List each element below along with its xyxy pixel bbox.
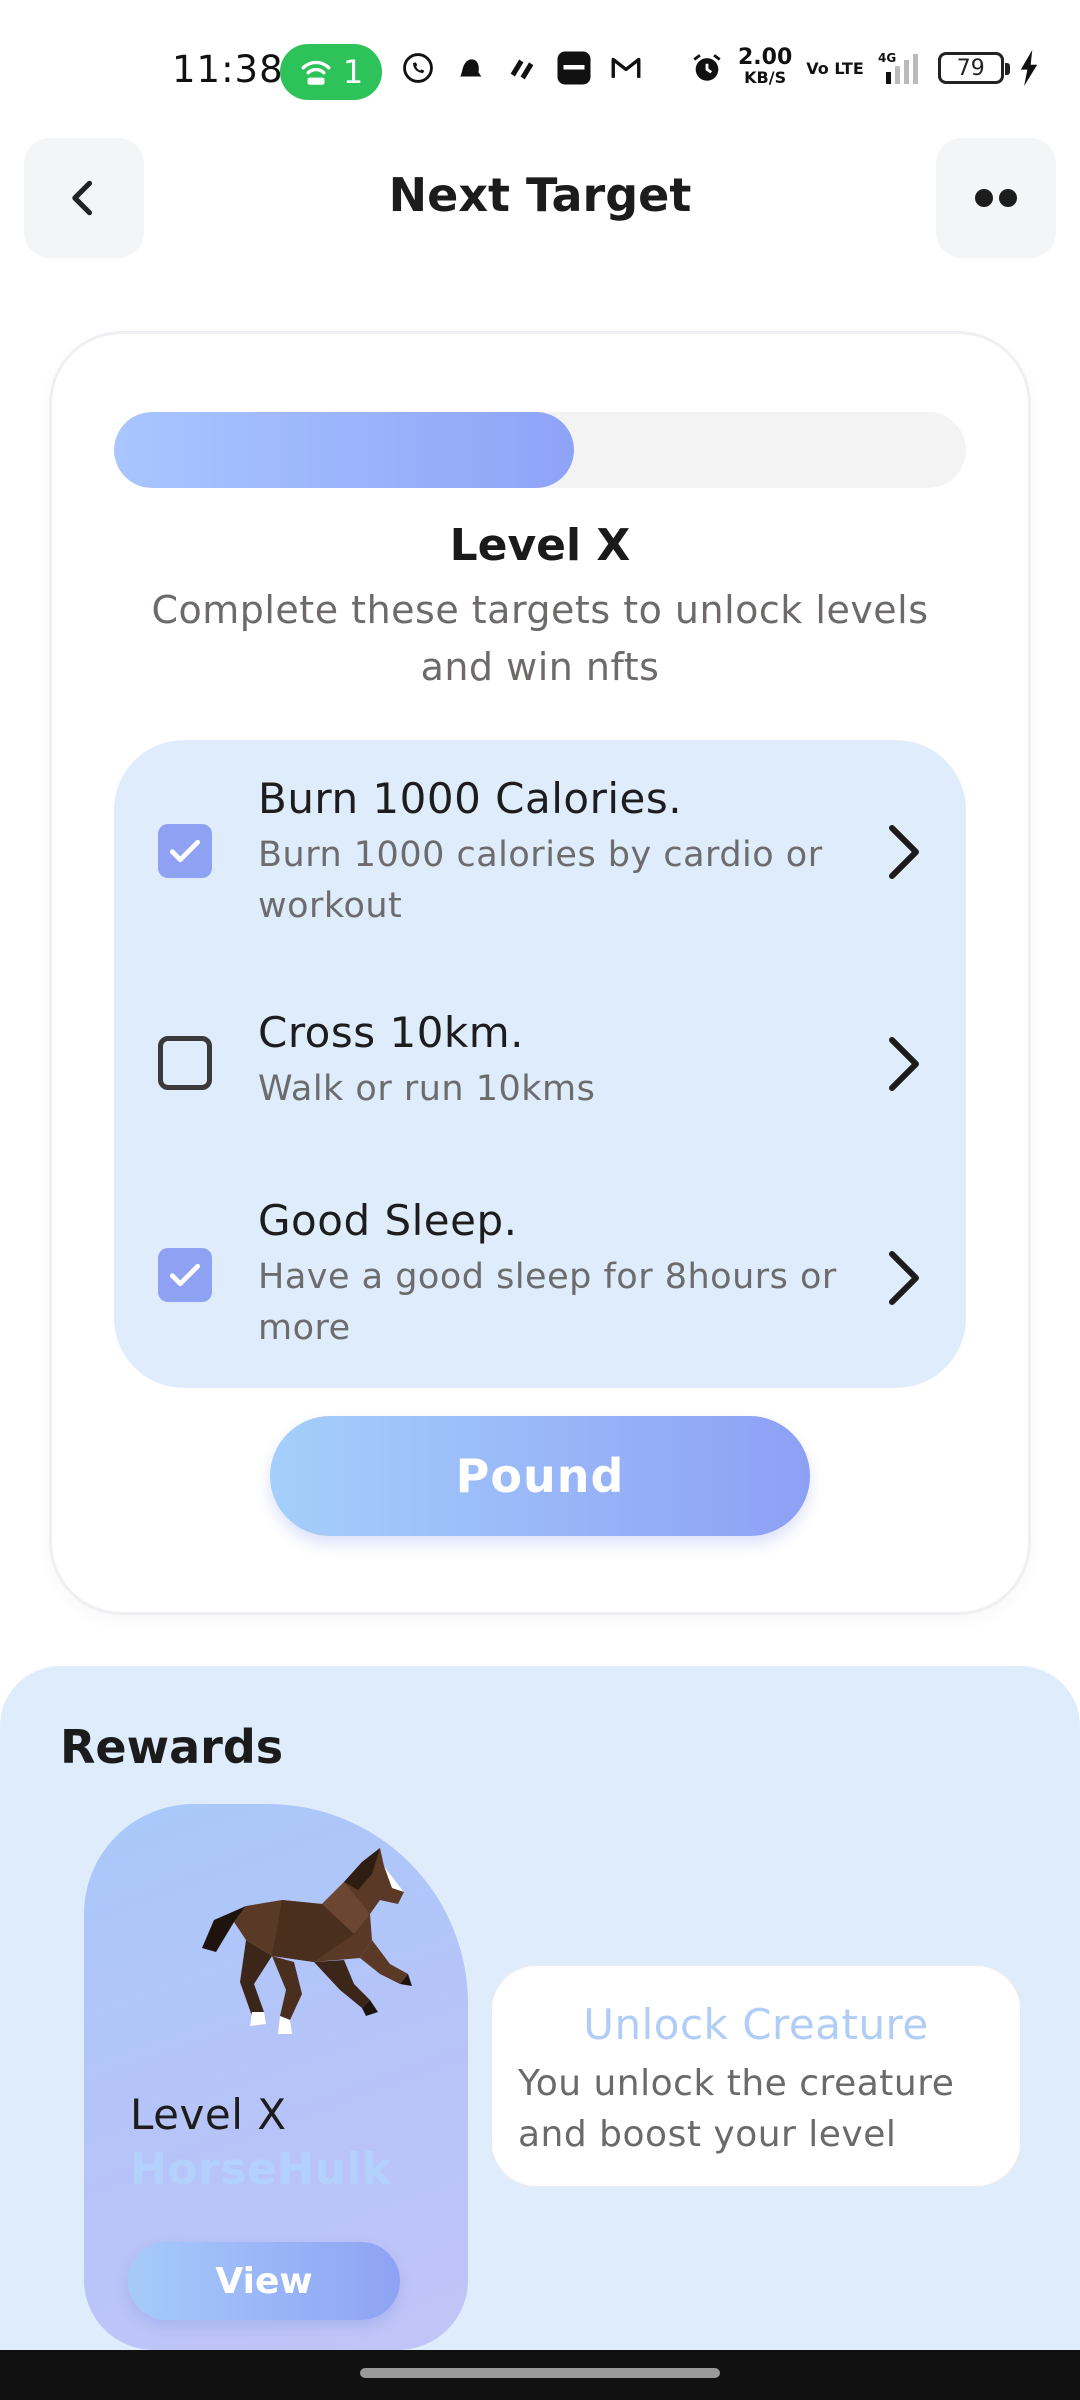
unlock-title: Unlock Creature	[583, 2000, 929, 2049]
unlock-description: You unlock the creature and boost your l…	[518, 2063, 955, 2155]
hotspot-icon	[301, 60, 331, 85]
creature-level: Level X	[130, 2090, 287, 2139]
chevron-right-icon[interactable]	[884, 1248, 924, 1308]
page-title: Next Target	[388, 168, 692, 222]
targets-list: Burn 1000 Calories. Burn 1000 calories b…	[114, 740, 966, 1388]
battery-indicator: 79	[937, 52, 1010, 84]
view-button[interactable]: View	[128, 2242, 400, 2320]
status-time: 11:38	[172, 48, 284, 91]
system-nav-bar	[0, 2350, 1080, 2400]
unlock-creature-card: Unlock Creature You unlock the creature …	[492, 1966, 1020, 2186]
target-title: Burn 1000 Calories.	[258, 774, 683, 823]
hotspot-count: 1	[342, 53, 364, 91]
creature-card[interactable]: Level X HorseHulk View	[84, 1804, 468, 2350]
bell-app-icon	[452, 50, 488, 86]
paytm-icon	[556, 50, 592, 86]
target-description: Have a good sleep for 8hours or more	[258, 1257, 837, 1348]
target-description: Burn 1000 calories by cardio or workout	[258, 835, 823, 926]
more-dots-icon	[975, 189, 1017, 207]
checkmark-icon	[169, 839, 201, 863]
gmail-icon	[608, 50, 644, 86]
checkmark-icon	[169, 1263, 201, 1287]
level-target-card: Level X Complete these targets to unlock…	[52, 334, 1028, 1612]
level-progress-fill	[114, 412, 575, 488]
volte-indicator: Vo LTE	[806, 58, 864, 78]
rewards-title: Rewards	[60, 1720, 284, 1774]
creature-name: HorseHulk	[130, 2144, 392, 2195]
rewards-panel: Rewards Level X HorseHulk View Unlock Cr…	[0, 1666, 1080, 2400]
target-description: Walk or run 10kms	[258, 1069, 596, 1109]
target-title: Cross 10km.	[258, 1008, 525, 1057]
svg-text:4G: 4G	[878, 51, 896, 65]
chevron-right-icon[interactable]	[884, 1034, 924, 1094]
target-checkbox[interactable]	[158, 1248, 212, 1302]
target-checkbox[interactable]	[158, 1036, 212, 1090]
level-progress-bar	[114, 412, 966, 488]
alarm-icon	[693, 54, 721, 81]
home-gesture-handle[interactable]	[360, 2368, 720, 2378]
more-button[interactable]	[936, 138, 1056, 258]
signal-icon: 4G	[878, 51, 918, 84]
level-title: Level X	[449, 520, 631, 571]
chat-app-icon	[504, 50, 540, 86]
charging-icon	[1020, 50, 1037, 86]
pound-button[interactable]: Pound	[270, 1416, 810, 1536]
chevron-right-icon[interactable]	[884, 822, 924, 882]
target-checkbox[interactable]	[158, 824, 212, 878]
status-bar: 11:38 1 2.00 KB/S Vo LTE 4G 79	[0, 0, 1080, 130]
horse-image	[202, 1848, 412, 2034]
notification-icons	[400, 50, 644, 86]
system-indicators: 2.00 KB/S Vo LTE 4G 79	[690, 45, 1040, 88]
hotspot-badge: 1	[280, 44, 382, 100]
target-title: Good Sleep.	[258, 1196, 518, 1245]
network-speed: 2.00 KB/S	[738, 45, 793, 88]
level-description: Complete these targets to unlock levels …	[151, 588, 929, 689]
whatsapp-icon	[400, 50, 436, 86]
